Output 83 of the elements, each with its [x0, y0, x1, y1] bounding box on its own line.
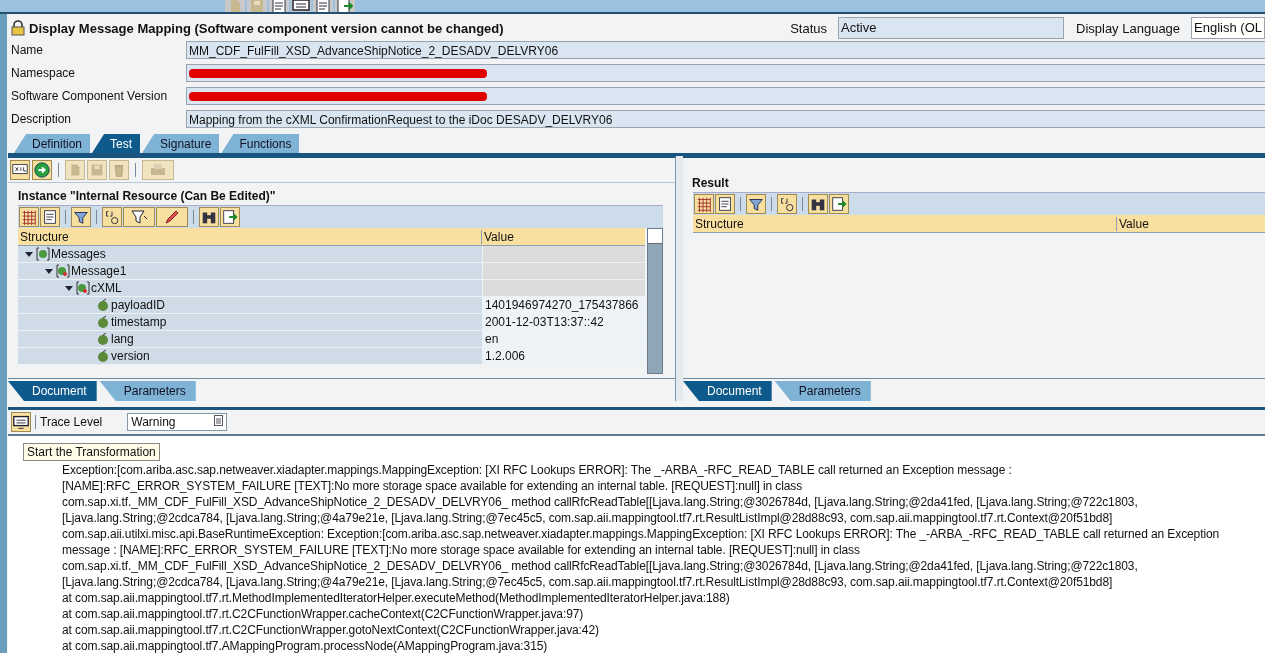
tree-node[interactable]: Messages [51, 246, 106, 262]
value-cell[interactable]: 1.2.006 [483, 348, 645, 364]
text-field[interactable]: Mapping from the cXML ConfirmationRequest to the iDoc DESADV_DELVRY06 [186, 110, 1265, 128]
log-line: at com.sap.aii.mappingtool.tf7.rt.MethodImplementedIteratorHelper.executeMethod(MethodImplementedIteratorHelper.java:188) [61, 590, 731, 606]
display-language-label: Display Language [1076, 20, 1181, 36]
log-line: com.sap.aii.utilxi.misc.api.BaseRuntimeException: Exception:[com.ariba.asc.sap.netweaver.xiadapter.mappings.MappingException: [XI RFC Lookups ERROR]: The _-ARBA_-RFC_READ_TABLE call returned an Exception [61, 526, 1221, 542]
expand-arrow-icon[interactable] [44, 266, 56, 276]
log-line: [NAME]:RFC_ERROR_SYSTEM_FAILURE [TEXT]:No more storage space available for extending an internal table. [REQUEST]:null] in class [61, 478, 804, 494]
log-line: [Ljava.lang.String;@2cdca784, [Ljava.lang.String;@4a79e21e, [Ljava.lang.String;@7ec45c5, com.sap.aii.mappingtool.tf7.rt.ResultListImpl@28d88c93, com.sap.aii.mappingtool.tf7.rt.Context@20f51bd8] [61, 574, 1114, 590]
dropdown-icon [214, 415, 224, 429]
trace-level-label: Trace Level [40, 415, 103, 429]
field-label: Description [11, 111, 73, 128]
panel-title: Result [691, 175, 730, 190]
find-icon[interactable] [808, 194, 828, 214]
log-line: at com.sap.aii.mappingtool.tf7.AMappingProgram.processNode(AMappingProgram.java:315) [61, 638, 549, 653]
tree-node[interactable]: payloadID [111, 297, 166, 313]
page-title: Display Message Mapping (Software component version cannot be changed) [29, 20, 504, 36]
log-line: Exception:[com.ariba.asc.sap.netweaver.xiadapter.mappings.MappingException: [XI RFC Lookups ERROR]: The _-ARBA_-RFC_READ_TABLE call returned an Exception message : [61, 462, 1013, 478]
log-line: com.sap.xi.tf._MM_CDF_FulFill_XSD_AdvanceShipNotice_2_DESADV_DELVRY06_ method callRfcReadTable[[Ljava.lang.String;@3026784d, [Ljava.lang.String;@2da41fed, [Ljava.lang.String;@722c1803, [61, 494, 1139, 510]
grid-icon[interactable] [19, 207, 39, 227]
element-node-icon [76, 281, 90, 295]
status-label: Status [790, 20, 827, 36]
expand-arrow-icon[interactable] [24, 249, 36, 259]
export-icon[interactable] [220, 207, 240, 227]
start-icon[interactable] [32, 160, 52, 180]
field-label: Name [11, 42, 44, 59]
tab[interactable]: Document [8, 381, 97, 401]
find-icon[interactable] [199, 207, 219, 227]
element-node-icon [56, 264, 70, 278]
panel-title: Instance "Internal Resource (Can Be Edited)" [17, 188, 277, 203]
tree-node[interactable]: lang [111, 331, 134, 347]
tree-node[interactable]: cXML [91, 280, 122, 296]
log-line: at com.sap.aii.mappingtool.tf7.rt.C2CFunctionWrapper.gotoNextContext(C2CFunctionWrapper.java:42) [61, 622, 600, 638]
attribute-node-icon [96, 315, 110, 329]
export-icon[interactable] [829, 194, 849, 214]
column-header: Value [483, 229, 514, 244]
tab[interactable]: Test [92, 134, 141, 153]
text-field[interactable]: MM_CDF_FulFill_XSD_AdvanceShipNotice_2_DESADV_DELVRY06 [186, 41, 1265, 59]
column-header: Structure [693, 216, 1117, 231]
edit-icon[interactable] [156, 207, 188, 227]
text-field[interactable] [186, 64, 1265, 82]
value-cell[interactable]: 2001-12-03T13:37::42 [483, 314, 645, 330]
value-cell[interactable]: en [483, 331, 645, 347]
log-line: at com.sap.aii.mappingtool.tf7.rt.C2CFunctionWrapper.cacheContext(C2CFunctionWrapper.java:97) [61, 606, 585, 622]
tab[interactable]: Functions [221, 134, 300, 153]
log-line: [Ljava.lang.String;@2cdca784, [Ljava.lang.String;@4a79e21e, [Ljava.lang.String;@7ec45c5, com.sap.aii.mappingtool.tf7.rt.ResultListImpl@28d88c93, com.sap.aii.mappingtool.tf7.rt.Context@20f51bd8] [61, 510, 1114, 526]
value-cell[interactable]: 1401946974270_175437866 [483, 297, 645, 313]
toolbar-icon[interactable] [291, 0, 311, 12]
attribute-node-icon [96, 298, 110, 312]
grid-icon[interactable] [694, 194, 714, 214]
tree-node[interactable]: Message1 [71, 263, 127, 279]
log-line: com.sap.xi.tf._MM_CDF_FulFill_XSD_AdvanceShipNotice_2_DESADV_DELVRY06_ method callRfcReadTable[[Ljava.lang.String;@3026784d, [Ljava.lang.String;@2da41fed, [Ljava.lang.String;@722c1803, [61, 558, 1139, 574]
tab[interactable]: Parameters [774, 381, 871, 401]
column-header: Value [1118, 216, 1149, 231]
trace-level-dropdown[interactable]: Warning [127, 413, 228, 431]
filter-icon[interactable] [123, 207, 155, 227]
tree-node[interactable]: timestamp [111, 314, 167, 330]
attribute-node-icon [96, 332, 110, 346]
tab[interactable]: Definition [14, 134, 91, 153]
tooltip: Start the Transformation [23, 443, 160, 461]
toolbar-icon[interactable] [269, 0, 289, 12]
text-field[interactable] [186, 87, 1265, 105]
toolbar-icon[interactable] [335, 0, 355, 12]
field-label: Namespace [11, 65, 77, 82]
start-transformation-icon[interactable] [11, 412, 31, 432]
log-line: message : [NAME]:RFC_ERROR_SYSTEM_FAILURE [TEXT]:No more storage space available for extending an internal table. [REQUEST]:null] in class [61, 542, 861, 558]
tab[interactable]: Document [683, 381, 772, 401]
source-icon[interactable] [40, 207, 60, 227]
source-icon[interactable] [715, 194, 735, 214]
display-language-field[interactable]: English (OL [1191, 17, 1265, 39]
tree-node[interactable]: version [111, 348, 150, 364]
tab[interactable]: Parameters [99, 381, 196, 401]
load-xml-icon[interactable] [10, 160, 30, 180]
status-field[interactable]: Active [838, 17, 1064, 39]
expand-arrow-icon[interactable] [64, 283, 76, 293]
lock-icon [10, 20, 26, 36]
attribute-node-icon [96, 349, 110, 363]
tab[interactable]: Signature [142, 134, 220, 153]
column-header: Structure [18, 229, 482, 244]
element-node-icon [36, 247, 50, 261]
field-label: Software Component Version [11, 88, 169, 105]
toolbar-icon[interactable] [313, 0, 333, 12]
scrollbar[interactable] [647, 228, 663, 374]
